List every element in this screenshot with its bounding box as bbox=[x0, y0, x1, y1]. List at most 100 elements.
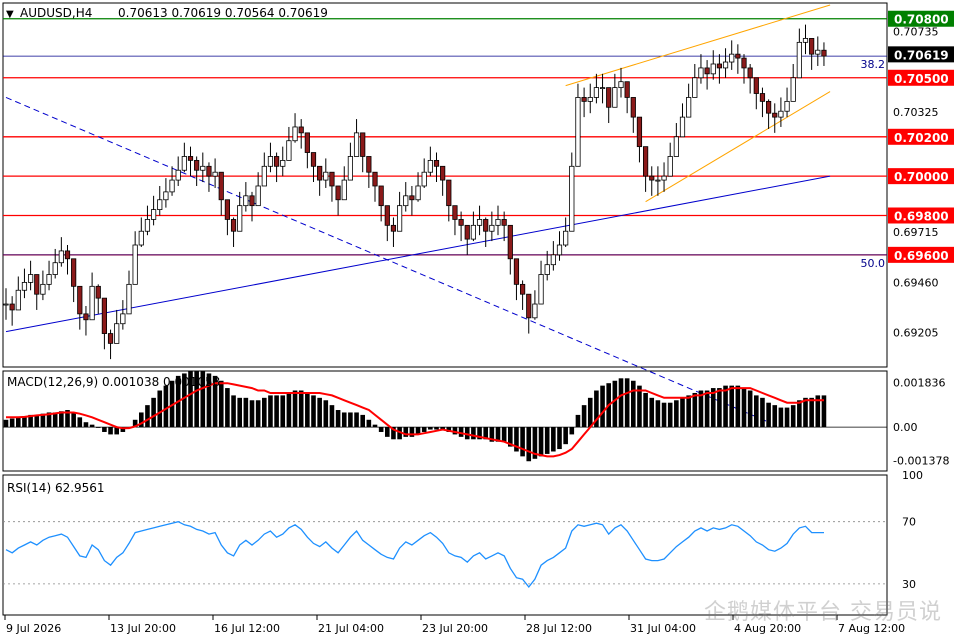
candle-body bbox=[489, 224, 495, 232]
candle-body bbox=[298, 126, 304, 134]
macd-histogram-bar bbox=[692, 392, 698, 428]
candle-body bbox=[593, 87, 600, 98]
collapse-triangle-icon[interactable]: ▼ bbox=[6, 9, 14, 20]
candle-body bbox=[310, 152, 317, 167]
macd-histogram-bar bbox=[729, 385, 734, 428]
candle-body bbox=[606, 87, 612, 108]
candle-body bbox=[323, 171, 329, 181]
candle-body bbox=[292, 126, 298, 142]
macd-histogram-bar bbox=[83, 422, 89, 428]
candle-body bbox=[526, 293, 532, 319]
macd-histogram-bar bbox=[102, 427, 107, 432]
candle-body bbox=[341, 179, 347, 201]
macd-histogram-bar bbox=[378, 427, 384, 432]
chart-canvas[interactable]: 38.2 50.0 0.70735 0.70325 0.69715 0.69460 0.6… bbox=[0, 0, 960, 640]
candle-body bbox=[649, 175, 655, 181]
level-tag-text: 0.69600 bbox=[894, 249, 949, 263]
candle-body bbox=[772, 112, 778, 118]
candle-body bbox=[692, 77, 698, 98]
macd-histogram-bar bbox=[108, 427, 113, 435]
candle-body bbox=[544, 264, 550, 275]
trendline-channel-upper bbox=[565, 4, 831, 87]
macd-histogram-bar bbox=[9, 418, 15, 428]
candle-body bbox=[679, 116, 686, 138]
macd-histogram-bar bbox=[809, 397, 814, 428]
candle-body bbox=[83, 313, 89, 321]
candle-body bbox=[46, 274, 52, 285]
macd-histogram-bar bbox=[428, 427, 433, 430]
candle-body bbox=[581, 97, 587, 102]
candle-body bbox=[618, 81, 624, 89]
candle-body bbox=[372, 171, 378, 187]
candle-body bbox=[77, 285, 83, 315]
macd-histogram-bar bbox=[323, 400, 329, 428]
macd-histogram-bar bbox=[348, 412, 353, 428]
macd-histogram-bar bbox=[643, 392, 648, 428]
macd-tick-label: 0.001836 bbox=[893, 376, 946, 389]
candle-body bbox=[686, 97, 692, 118]
macd-histogram-bar bbox=[145, 405, 150, 428]
time-tick-label: 23 Jul 20:00 bbox=[422, 622, 488, 635]
candle-body bbox=[440, 165, 446, 181]
candle-body bbox=[464, 224, 470, 240]
candle-body bbox=[243, 195, 249, 207]
candle-body bbox=[218, 171, 224, 201]
macd-histogram-bar bbox=[34, 414, 40, 428]
candle-body bbox=[667, 156, 673, 177]
candle-body bbox=[427, 160, 433, 173]
macd-histogram-bar bbox=[544, 427, 550, 454]
level-tag-text: 0.70200 bbox=[894, 131, 949, 145]
macd-histogram-bar bbox=[292, 390, 298, 428]
macd-histogram-bar bbox=[520, 427, 525, 457]
candle-body bbox=[575, 97, 581, 167]
candle-body bbox=[304, 132, 310, 153]
macd-histogram-bar bbox=[569, 427, 575, 435]
macd-histogram-bar bbox=[311, 395, 316, 428]
candle-body bbox=[95, 285, 101, 299]
candle-body bbox=[809, 38, 815, 55]
candle-body bbox=[175, 169, 181, 181]
level-tag-text: 0.69800 bbox=[894, 209, 949, 223]
candle-body bbox=[403, 195, 409, 207]
rsi-tick-label: 30 bbox=[902, 578, 916, 591]
candle-body bbox=[433, 160, 440, 167]
macd-histogram-bar bbox=[268, 395, 273, 428]
level-tag-text: 0.70500 bbox=[894, 72, 949, 86]
macd-histogram-bar bbox=[778, 407, 784, 428]
candle-body bbox=[89, 285, 95, 321]
macd-histogram-bar bbox=[674, 400, 679, 428]
fib-label-50.0: 50.0 bbox=[861, 257, 886, 270]
macd-histogram-bar bbox=[741, 388, 747, 428]
macd-tick-label: -0.001378 bbox=[893, 455, 949, 468]
macd-histogram-bar bbox=[803, 397, 808, 428]
candle-body bbox=[710, 63, 716, 75]
candle-body bbox=[421, 171, 427, 187]
macd-histogram-bar bbox=[538, 427, 544, 457]
macd-histogram-bar bbox=[274, 395, 279, 428]
macd-histogram-bar bbox=[286, 392, 292, 428]
candle-body bbox=[643, 146, 649, 177]
candle-body bbox=[58, 250, 64, 264]
candle-body bbox=[587, 97, 593, 102]
candle-body bbox=[3, 303, 9, 306]
macd-histogram-bar bbox=[575, 414, 581, 428]
candle-body bbox=[317, 165, 323, 181]
candle-body bbox=[790, 77, 796, 102]
ohlc-readout: 0.70613 0.70619 0.70564 0.70619 bbox=[118, 6, 328, 20]
candle-body bbox=[569, 165, 575, 232]
macd-histogram-bar bbox=[754, 395, 759, 428]
time-tick-label: 13 Jul 20:00 bbox=[110, 622, 176, 635]
candle-body bbox=[237, 205, 243, 232]
candle-body bbox=[181, 156, 187, 171]
candle-body bbox=[483, 219, 489, 232]
candle-body bbox=[778, 110, 784, 118]
candle-body bbox=[230, 219, 237, 232]
macd-histogram-bar bbox=[717, 388, 722, 428]
macd-histogram-bar bbox=[231, 395, 236, 428]
macd-histogram-bar bbox=[723, 385, 728, 428]
macd-histogram-bar bbox=[225, 388, 230, 428]
time-tick-label: 28 Jul 12:00 bbox=[526, 622, 592, 635]
candle-body bbox=[415, 185, 421, 201]
candle-body bbox=[280, 160, 286, 167]
candle-body bbox=[655, 179, 661, 182]
